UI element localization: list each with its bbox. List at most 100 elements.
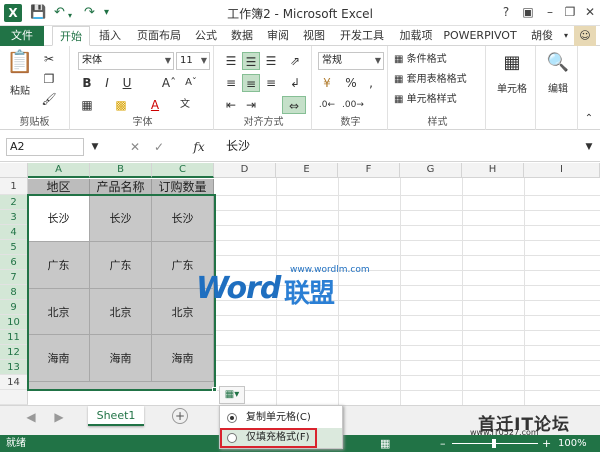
increase-font-icon[interactable]: Aˆ (160, 74, 178, 92)
cut-icon[interactable]: ✂ (40, 50, 58, 68)
comma-button[interactable]: , (362, 74, 380, 92)
format-as-table-button[interactable]: ▦ 套用表格格式 (394, 72, 467, 88)
paste-icon[interactable]: 📋 (6, 50, 34, 75)
align-right-icon[interactable]: ≡ (262, 74, 280, 92)
row-header[interactable]: 13 (0, 360, 28, 375)
collapse-ribbon-icon[interactable]: ⌃ (580, 110, 598, 128)
expand-formula-icon[interactable]: ▼ (580, 138, 598, 156)
align-middle-icon[interactable]: ☰ (242, 52, 260, 70)
next-sheet-icon[interactable]: ▶ (50, 408, 68, 426)
editing-button[interactable]: 编辑 (538, 80, 578, 95)
user-name[interactable]: 胡俊 (528, 26, 556, 46)
tab-review[interactable]: 审阅 (262, 26, 294, 46)
align-top-icon[interactable]: ☰ (222, 52, 240, 70)
percent-button[interactable]: % (342, 74, 360, 92)
header-cell-product[interactable]: 产品名称 (90, 179, 152, 195)
row-header[interactable]: 10 (0, 315, 28, 330)
zoom-slider-thumb[interactable] (492, 439, 496, 448)
paste-button[interactable]: 粘贴 (6, 82, 34, 97)
select-all-corner[interactable] (0, 163, 28, 178)
enter-icon[interactable]: ✓ (150, 138, 168, 156)
copy-icon[interactable]: ❐ (40, 70, 58, 88)
auto-fill-options-button[interactable]: ▦▾ (219, 386, 245, 404)
column-header[interactable]: H (462, 163, 524, 178)
name-box-dropdown-icon[interactable]: ▼ (86, 138, 104, 156)
normal-view-icon[interactable]: ▦ (380, 435, 390, 452)
zoom-level[interactable]: 100% (558, 435, 587, 452)
zoom-in-icon[interactable]: + (542, 435, 551, 452)
minimize-button[interactable]: – (540, 3, 560, 21)
row-header[interactable]: 6 (0, 255, 28, 270)
cells-button[interactable]: 单元格 (488, 80, 536, 95)
restore-button[interactable]: ❐ (560, 3, 580, 21)
tab-home[interactable]: 开始 (52, 26, 90, 46)
tab-add-ins[interactable]: 加载项 (394, 26, 438, 46)
prev-sheet-icon[interactable]: ◀ (22, 408, 40, 426)
align-center-icon[interactable]: ≡ (242, 74, 260, 92)
tab-view[interactable]: 视图 (298, 26, 330, 46)
conditional-format-button[interactable]: ▦ 条件格式 (394, 52, 447, 68)
tab-insert[interactable]: 插入 (94, 26, 126, 46)
row-header[interactable]: 12 (0, 345, 28, 360)
increase-decimal-icon[interactable]: .0← (318, 96, 336, 114)
column-header[interactable]: D (214, 163, 276, 178)
name-box[interactable]: A2 (6, 138, 84, 156)
bold-button[interactable]: B (78, 74, 96, 92)
row-header[interactable]: 1 (0, 178, 28, 195)
row-header[interactable]: 11 (0, 330, 28, 345)
column-header[interactable]: I (524, 163, 600, 178)
insert-function-button[interactable]: fx (190, 138, 208, 156)
column-header[interactable]: G (400, 163, 462, 178)
close-button[interactable]: ✕ (580, 3, 600, 21)
worksheet-grid[interactable]: A B C D E F G H I 1 2 3 4 5 6 7 8 9 10 1… (0, 163, 600, 405)
cell-styles-button[interactable]: ▦ 单元格样式 (394, 92, 457, 108)
borders-icon[interactable]: ▦ (78, 96, 96, 114)
column-header[interactable]: E (276, 163, 338, 178)
column-header[interactable]: C (152, 163, 214, 178)
tab-page-layout[interactable]: 页面布局 (130, 26, 188, 46)
row-header[interactable]: 14 (0, 375, 28, 390)
decrease-font-icon[interactable]: Aˇ (182, 74, 200, 92)
align-bottom-icon[interactable]: ☰ (262, 52, 280, 70)
row-header[interactable] (0, 390, 28, 405)
tab-powerpivot[interactable]: POWERPIVOT (440, 26, 520, 46)
orientation-icon[interactable]: ⇗ (286, 52, 304, 70)
number-format-combo[interactable]: 常规 ▼ (318, 52, 384, 70)
italic-button[interactable]: I (98, 74, 116, 92)
format-painter-icon[interactable]: 🖌 (40, 90, 58, 108)
header-cell-region[interactable]: 地区 (28, 179, 90, 195)
formula-input[interactable]: 长沙 (222, 138, 594, 156)
tab-data[interactable]: 数据 (226, 26, 258, 46)
column-header[interactable]: A (28, 163, 90, 178)
column-header[interactable]: B (90, 163, 152, 178)
ribbon-display-icon[interactable]: ▣ (518, 3, 538, 21)
zoom-out-icon[interactable]: – (440, 435, 446, 452)
fill-color-icon[interactable]: ▩ (112, 96, 130, 114)
fill-handle[interactable] (212, 387, 217, 392)
user-dropdown-icon[interactable]: ▾ (558, 26, 574, 46)
decrease-indent-icon[interactable]: ⇤ (222, 96, 240, 114)
row-header[interactable]: 8 (0, 285, 28, 300)
cells-icon[interactable]: ▦ (498, 52, 526, 73)
sheet-tab-sheet1[interactable]: Sheet1 (88, 406, 144, 426)
underline-button[interactable]: U (118, 74, 136, 92)
font-color-icon[interactable]: A (146, 96, 164, 114)
row-header[interactable]: 3 (0, 210, 28, 225)
cancel-icon[interactable]: ✕ (126, 138, 144, 156)
tab-developer[interactable]: 开发工具 (334, 26, 390, 46)
row-header[interactable]: 2 (0, 195, 28, 210)
column-header[interactable]: F (338, 163, 400, 178)
option-copy-cells[interactable]: 复制单元格(C) (220, 408, 342, 428)
increase-indent-icon[interactable]: ⇥ (242, 96, 260, 114)
currency-icon[interactable]: ¥ (318, 74, 336, 92)
phonetic-icon[interactable]: 文 (176, 96, 194, 114)
font-size-combo[interactable]: 11 ▼ (176, 52, 210, 70)
row-header[interactable]: 7 (0, 270, 28, 285)
wrap-text-icon[interactable]: ↲ (286, 74, 304, 92)
header-cell-quantity[interactable]: 订购数量 (152, 179, 214, 195)
font-name-combo[interactable]: 宋体 ▼ (78, 52, 174, 70)
add-sheet-button[interactable]: + (172, 408, 188, 424)
row-header[interactable]: 5 (0, 240, 28, 255)
tab-formulas[interactable]: 公式 (190, 26, 222, 46)
align-left-icon[interactable]: ≡ (222, 74, 240, 92)
